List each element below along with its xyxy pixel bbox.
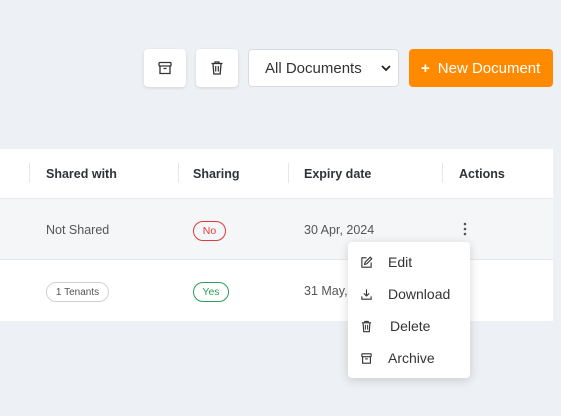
menu-item-label: Archive xyxy=(388,350,435,366)
expiry-date-value: 30 Apr, 2024 xyxy=(304,223,375,237)
archive-icon xyxy=(361,352,372,364)
table-header: Shared with Sharing Expiry date Actions xyxy=(0,149,553,199)
new-document-label: New Document xyxy=(437,59,541,77)
sharing-badge: No xyxy=(193,221,226,241)
menu-item-delete[interactable]: Delete xyxy=(348,311,470,341)
header-expiry-date[interactable]: Expiry date xyxy=(304,167,371,181)
trash-icon xyxy=(211,61,223,75)
menu-item-archive[interactable]: Archive xyxy=(348,343,470,373)
document-filter-value: All Documents xyxy=(265,59,362,77)
sharing-badge: Yes xyxy=(193,282,229,302)
menu-item-label: Download xyxy=(388,286,451,302)
menu-item-label: Delete xyxy=(390,318,431,334)
documents-table: Shared with Sharing Expiry date Actions … xyxy=(0,149,553,321)
column-divider xyxy=(442,163,443,183)
chevron-down-icon xyxy=(381,65,391,72)
more-actions-icon[interactable] xyxy=(460,221,470,237)
trash-icon xyxy=(361,320,372,332)
archive-button[interactable] xyxy=(144,49,186,87)
download-icon xyxy=(361,288,372,300)
plus-icon: + xyxy=(421,59,430,77)
menu-item-label: Edit xyxy=(388,254,413,270)
delete-button[interactable] xyxy=(196,49,238,87)
archive-box-icon xyxy=(158,61,172,75)
table-row: Not Shared No 30 Apr, 2024 xyxy=(0,199,553,260)
expiry-date-value: 31 May, xyxy=(304,284,348,298)
edit-icon xyxy=(361,255,373,268)
header-actions: Actions xyxy=(459,167,505,181)
shared-with-value: Not Shared xyxy=(46,223,110,237)
header-shared-with[interactable]: Shared with xyxy=(46,167,117,181)
shared-with-badge[interactable]: 1 Tenants xyxy=(46,282,109,302)
menu-item-download[interactable]: Download xyxy=(348,279,470,309)
menu-item-edit[interactable]: Edit xyxy=(348,247,470,277)
header-sharing[interactable]: Sharing xyxy=(193,167,240,181)
column-divider xyxy=(288,163,289,183)
new-document-button[interactable]: + New Document xyxy=(409,49,553,87)
document-filter-select[interactable]: All Documents xyxy=(248,49,399,87)
column-divider xyxy=(178,163,179,183)
column-divider xyxy=(29,163,30,183)
table-row: 1 Tenants Yes 31 May, xyxy=(0,260,553,321)
row-actions-menu: Edit Download Delete Archive xyxy=(348,242,470,378)
